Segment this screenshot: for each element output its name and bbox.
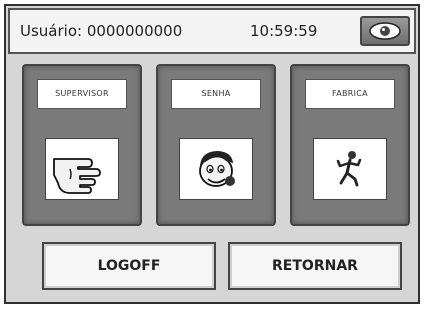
panel-senha[interactable]: SENHA	[156, 64, 276, 226]
panel-supervisor[interactable]: SUPERVISOR	[22, 64, 142, 226]
view-toggle-button[interactable]	[360, 16, 410, 46]
user-label: Usuário: 0000000000	[20, 22, 183, 40]
clock-time: 10:59:59	[250, 22, 318, 40]
eye-icon	[369, 22, 401, 40]
pointing-hand-icon	[53, 158, 101, 194]
panel-label-senha: SENHA	[171, 79, 261, 109]
face-icon	[199, 151, 235, 187]
panel-icon-box-fabrica	[313, 138, 387, 200]
logoff-button[interactable]: LOGOFF	[42, 242, 216, 290]
running-person-icon	[336, 151, 362, 187]
panel-label-supervisor: SUPERVISOR	[37, 79, 127, 109]
panel-fabrica[interactable]: FABRICA	[290, 64, 410, 226]
panel-icon-box-senha	[179, 138, 253, 200]
app-screen: Usuário: 0000000000 10:59:59 SUPERVISOR …	[4, 4, 420, 304]
status-header: Usuário: 0000000000 10:59:59	[8, 8, 416, 54]
panel-label-fabrica: FABRICA	[305, 79, 395, 109]
panel-icon-box-supervisor	[45, 138, 119, 200]
retornar-button[interactable]: RETORNAR	[228, 242, 402, 290]
